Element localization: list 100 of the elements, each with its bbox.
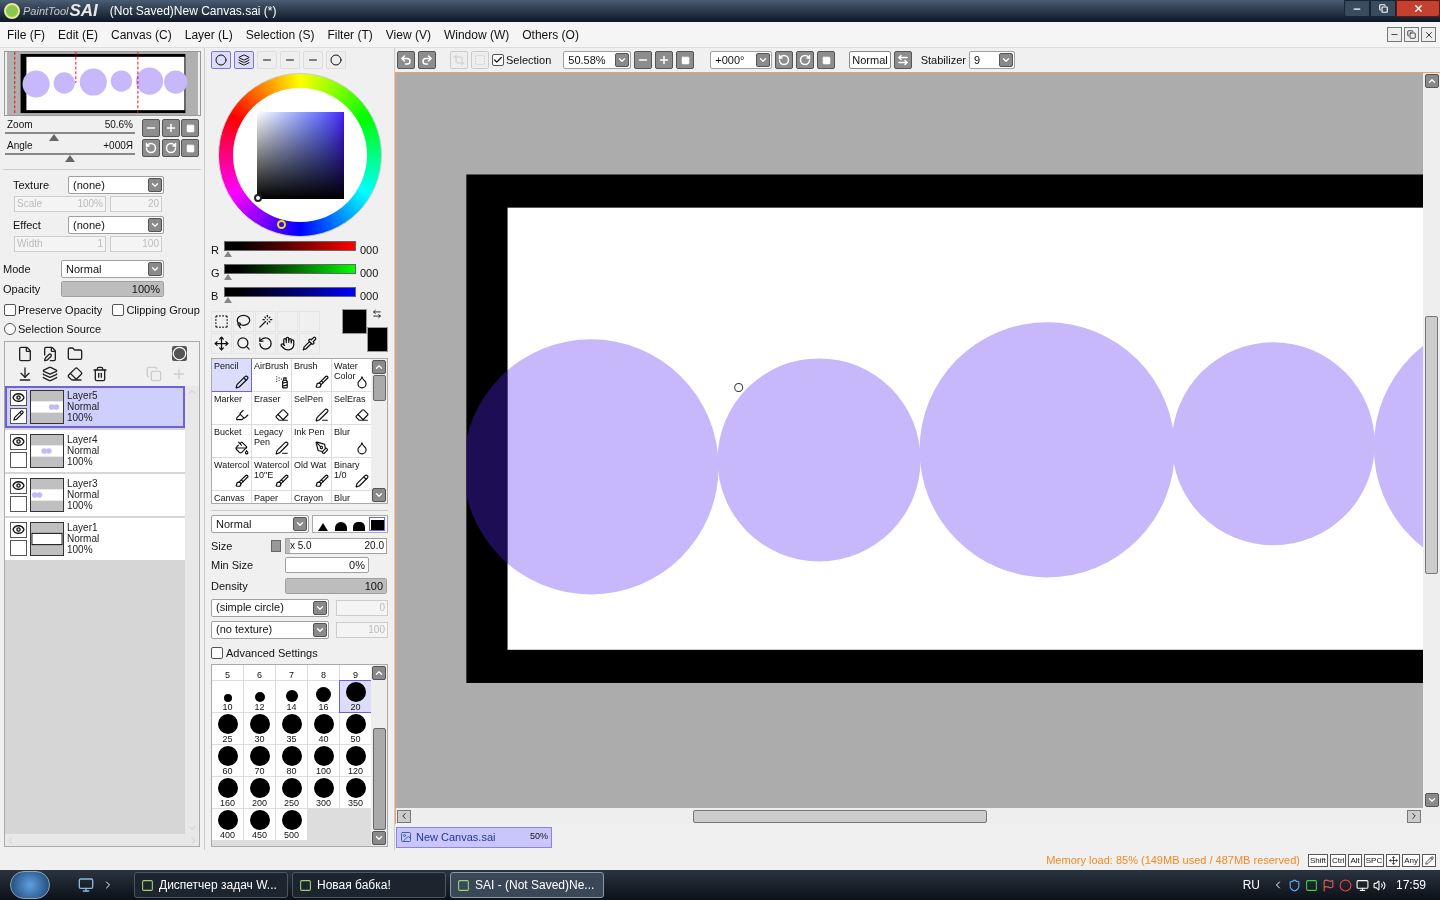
modifier-key[interactable]: Ctrl xyxy=(1329,853,1347,867)
size-label: 20 xyxy=(350,702,361,712)
menu-item[interactable]: Others (O) xyxy=(516,25,585,44)
modifier-key[interactable]: Shift xyxy=(1307,853,1328,867)
brush-size-preset[interactable]: 14 xyxy=(276,681,307,712)
bar-value: 100% xyxy=(131,282,160,297)
option-label[interactable]: Selection Source xyxy=(18,321,102,338)
brush-size-preset[interactable]: 60 xyxy=(212,745,243,776)
taskbar-button[interactable]: SAI - (Not Saved)Ne... xyxy=(450,872,604,898)
size-label: 60 xyxy=(222,766,233,776)
tool-preset[interactable]: Binary 1/0 xyxy=(332,458,371,490)
menu-item[interactable]: Selection (S) xyxy=(239,25,321,44)
menu-item[interactable]: Layer (L) xyxy=(178,25,239,44)
dropdown[interactable]: +000° xyxy=(710,51,773,69)
tool-preset[interactable]: Canvas xyxy=(212,491,251,503)
size-field[interactable]: x 5.0 20.0 xyxy=(285,538,387,555)
brush-size-preset[interactable]: 12 xyxy=(244,681,275,712)
brush-size-preset[interactable]: 25 xyxy=(212,713,243,744)
tool-preset[interactable]: Watercol xyxy=(212,458,251,490)
brush-size-preset[interactable]: 35 xyxy=(276,713,307,744)
tool-preset[interactable]: Bucket xyxy=(212,425,251,457)
menu-item[interactable]: View (V) xyxy=(379,25,437,44)
brush-size-preset[interactable]: 450 xyxy=(244,809,275,840)
tool-preset[interactable]: Legacy Pen xyxy=(252,425,291,457)
option-label[interactable]: Clipping Group xyxy=(126,301,200,318)
size-label: 16 xyxy=(318,702,329,712)
value-bar[interactable]: 0% xyxy=(285,556,369,573)
option-label[interactable]: Selection xyxy=(506,51,552,69)
size-label: 50 xyxy=(350,734,361,744)
size-label: 30 xyxy=(254,734,265,744)
layer-row[interactable]: Layer3 Normal 100% xyxy=(5,473,185,516)
tool-preset[interactable]: SelPen xyxy=(292,392,331,424)
tool-name: Watercol xyxy=(254,460,289,470)
blend-mode-button[interactable]: Normal xyxy=(849,51,891,69)
modifier-key[interactable]: Any xyxy=(1402,853,1420,867)
brush-size-preset[interactable]: 7 xyxy=(276,665,307,680)
brush-size-preset[interactable]: 5 xyxy=(212,665,243,680)
size-label: 6 xyxy=(257,670,262,680)
brush-size-preset[interactable]: 30 xyxy=(244,713,275,744)
taskbar-button[interactable]: Новая бабка! xyxy=(292,872,446,898)
language-indicator[interactable]: RU xyxy=(1242,876,1260,894)
value-bar[interactable]: 100% xyxy=(61,281,164,298)
size-label: 250 xyxy=(284,798,299,808)
dropdown[interactable]: 9 xyxy=(968,51,1015,69)
brush-size-preset[interactable]: 6 xyxy=(244,665,275,680)
menu-item[interactable]: File (F) xyxy=(1,25,51,44)
taskbar-button[interactable]: Диспетчер задач W... xyxy=(134,872,288,898)
brush-size-preset[interactable]: 10 xyxy=(212,681,243,712)
tool-preset[interactable]: AirBrush xyxy=(252,359,291,391)
brush-size-preset[interactable]: 8 xyxy=(308,665,339,680)
dropdown[interactable]: (simple circle) xyxy=(211,598,329,617)
dropdown[interactable]: Normal xyxy=(211,515,309,533)
tool-preset[interactable]: Water Color xyxy=(332,359,371,391)
brush-size-preset[interactable]: 200 xyxy=(244,777,275,808)
menu-item[interactable]: Filter (T) xyxy=(321,25,379,44)
menu-item[interactable]: Window (W) xyxy=(437,25,516,44)
brush-size-preset[interactable]: 20 xyxy=(340,681,371,712)
brush-size-preset[interactable]: 40 xyxy=(308,713,339,744)
layer-row[interactable]: Layer5 Normal 100% xyxy=(5,385,185,428)
tool-preset[interactable]: Blur xyxy=(332,425,371,457)
brush-size-preset[interactable]: 100 xyxy=(308,745,339,776)
tool-preset[interactable]: Crayon xyxy=(292,491,331,503)
brush-size-preset[interactable]: 300 xyxy=(308,777,339,808)
dropdown[interactable]: 50.58% xyxy=(563,51,632,69)
size-label: 100 xyxy=(316,766,331,776)
window-title: (Not Saved)New Canvas.sai (*) xyxy=(109,3,277,20)
value-bar[interactable]: 100 xyxy=(285,578,387,595)
brush-size-preset[interactable]: 160 xyxy=(212,777,243,808)
tool-preset[interactable]: Brush xyxy=(292,359,331,391)
brush-size-preset[interactable]: 500 xyxy=(276,809,307,840)
brush-size-preset[interactable]: 250 xyxy=(276,777,307,808)
tool-preset[interactable]: SelEras xyxy=(332,392,371,424)
canvas-tab[interactable]: New Canvas.sai 50% xyxy=(396,826,552,848)
tool-preset[interactable]: Blur xyxy=(332,491,371,503)
tool-preset[interactable]: Paper xyxy=(252,491,291,503)
modifier-key[interactable]: SPC xyxy=(1363,853,1385,867)
brush-size-preset[interactable]: 350 xyxy=(340,777,371,808)
modifier-key[interactable]: Alt xyxy=(1348,853,1362,867)
tool-preset[interactable]: Eraser xyxy=(252,392,291,424)
brush-size-preset[interactable]: 80 xyxy=(276,745,307,776)
layer-row[interactable]: Layer1 Normal 100% xyxy=(5,517,185,560)
brush-size-preset[interactable]: 120 xyxy=(340,745,371,776)
tool-preset[interactable]: Old Wat xyxy=(292,458,331,490)
tool-preset[interactable]: Pencil xyxy=(212,359,251,391)
brush-size-preset[interactable]: 9 xyxy=(340,665,371,680)
brush-size-preset[interactable]: 400 xyxy=(212,809,243,840)
dropdown[interactable]: (no texture) xyxy=(211,620,329,639)
layer-row[interactable]: Layer4 Normal 100% xyxy=(5,429,185,472)
tool-name: SelEras xyxy=(334,394,367,404)
tool-preset[interactable]: Ink Pen xyxy=(292,425,331,457)
menu-item[interactable]: Edit (E) xyxy=(52,25,104,44)
tool-preset[interactable]: Marker xyxy=(212,392,251,424)
brush-size-preset[interactable]: 16 xyxy=(308,681,339,712)
option-label[interactable]: Preserve Opacity xyxy=(18,301,103,318)
option-label[interactable]: Advanced Settings xyxy=(226,644,318,661)
brush-size-preset[interactable]: 50 xyxy=(340,713,371,744)
tool-preset[interactable]: Watercol 10"E xyxy=(252,458,291,490)
menu-item[interactable]: Canvas (C) xyxy=(105,25,178,44)
dropdown[interactable]: Normal xyxy=(61,260,164,278)
brush-size-preset[interactable]: 70 xyxy=(244,745,275,776)
